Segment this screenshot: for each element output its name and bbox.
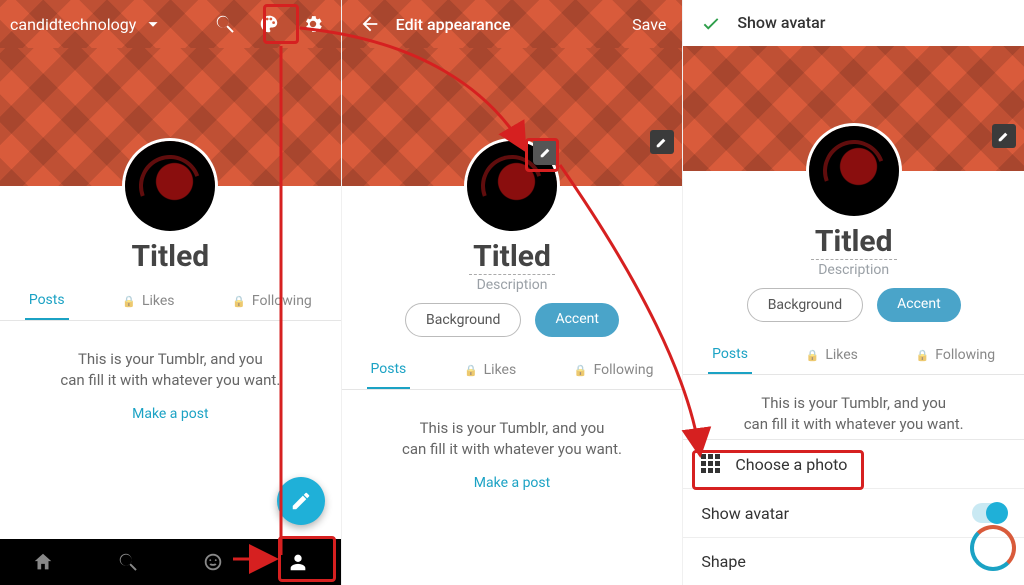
cover-edit-button[interactable]: [650, 130, 674, 154]
pane-show-avatar: Show avatar Titled Description Backgroun…: [682, 0, 1024, 585]
profile-header: Titled Description Background Accent: [342, 186, 683, 345]
person-icon: [287, 551, 309, 573]
appearance-button[interactable]: [251, 6, 287, 42]
watermark-logo: [970, 525, 1016, 571]
show-avatar-toggle[interactable]: [972, 503, 1006, 523]
make-post-link[interactable]: Make a post: [132, 406, 208, 422]
grid-icon: [701, 454, 721, 474]
nav-home[interactable]: [22, 541, 64, 583]
avatar-sheet: Choose a photo Show avatar Shape: [683, 439, 1024, 585]
background-pill[interactable]: Background: [747, 288, 863, 322]
choose-photo-label: Choose a photo: [735, 455, 847, 474]
blog-name: candidtechnology: [10, 15, 136, 34]
bottom-nav: [0, 539, 341, 585]
blog-description-editable[interactable]: Description: [683, 262, 1024, 278]
lock-icon: 🔒: [574, 364, 588, 377]
tab-likes[interactable]: 🔒Likes: [802, 336, 862, 374]
check-icon: [700, 12, 722, 34]
chevron-down-icon: [142, 13, 164, 35]
arrow-left-icon: [359, 13, 381, 35]
nav-messages[interactable]: [192, 541, 234, 583]
save-button[interactable]: Save: [626, 7, 672, 42]
pencil-icon: [997, 129, 1011, 143]
profile-tabs: Posts 🔒Likes 🔒Following: [0, 276, 341, 321]
avatar-topbar: Show avatar: [683, 0, 1024, 46]
search-icon: [117, 551, 139, 573]
tab-posts[interactable]: Posts: [367, 351, 411, 389]
pencil-icon: [539, 145, 553, 159]
blog-title-editable[interactable]: Titled: [469, 239, 555, 275]
home-icon: [32, 551, 54, 573]
settings-button[interactable]: [295, 6, 331, 42]
pencil-icon: [290, 490, 312, 512]
lock-icon: 🔒: [464, 364, 478, 377]
compose-fab[interactable]: [277, 477, 325, 525]
search-button[interactable]: [207, 6, 243, 42]
avatar[interactable]: [809, 126, 899, 216]
empty-state: This is your Tumblr, and you can fill it…: [342, 390, 683, 464]
pencil-icon: [655, 135, 669, 149]
show-avatar-label: Show avatar: [701, 504, 789, 523]
profile-topbar: candidtechnology: [0, 0, 341, 48]
back-button[interactable]: [352, 6, 388, 42]
tab-likes[interactable]: 🔒Likes: [118, 282, 178, 320]
edit-topbar: Edit appearance Save: [342, 0, 683, 48]
nav-account[interactable]: [277, 541, 319, 583]
profile-header: Titled Description Background Accent: [683, 171, 1024, 330]
tab-following[interactable]: 🔒Following: [570, 351, 658, 389]
shape-label: Shape: [701, 552, 745, 571]
show-avatar-row[interactable]: Show avatar: [683, 488, 1024, 537]
page-title: Edit appearance: [396, 15, 618, 34]
tab-posts[interactable]: Posts: [708, 336, 752, 374]
tab-likes[interactable]: 🔒Likes: [460, 351, 520, 389]
lock-icon: 🔒: [232, 295, 246, 308]
lock-icon: 🔒: [122, 295, 136, 308]
confirm-button[interactable]: [693, 5, 729, 41]
blog-description-editable[interactable]: Description: [342, 277, 683, 293]
tab-following[interactable]: 🔒Following: [228, 282, 316, 320]
lock-icon: 🔒: [916, 349, 930, 362]
cover-edit-button[interactable]: [992, 124, 1016, 148]
palette-icon: [258, 13, 280, 35]
accent-pill[interactable]: Accent: [877, 288, 961, 322]
search-icon: [214, 13, 236, 35]
make-post-link[interactable]: Make a post: [474, 475, 550, 491]
nav-search[interactable]: [107, 541, 149, 583]
page-title: Show avatar: [737, 13, 1014, 32]
smile-icon: [202, 551, 224, 573]
profile-tabs: Posts 🔒Likes 🔒Following: [342, 345, 683, 390]
empty-state: This is your Tumblr, and you can fill it…: [683, 375, 1024, 439]
tab-following[interactable]: 🔒Following: [912, 336, 1000, 374]
profile-tabs: Posts 🔒Likes 🔒Following: [683, 330, 1024, 375]
lock-icon: 🔒: [806, 349, 820, 362]
choose-photo-row[interactable]: Choose a photo: [683, 440, 1024, 488]
blog-title: Titled: [0, 239, 341, 274]
tab-posts[interactable]: Posts: [25, 282, 69, 320]
profile-header: Titled: [0, 186, 341, 276]
pane-profile: candidtechnology Titled Posts 🔒Likes: [0, 0, 341, 585]
avatar[interactable]: [125, 141, 215, 231]
accent-pill[interactable]: Accent: [535, 303, 619, 337]
blog-selector[interactable]: candidtechnology: [10, 13, 164, 35]
background-pill[interactable]: Background: [405, 303, 521, 337]
avatar-edit-button[interactable]: [533, 139, 559, 165]
gear-icon: [302, 13, 324, 35]
empty-state: This is your Tumblr, and you can fill it…: [0, 321, 341, 395]
pane-edit-appearance: Edit appearance Save Titled Description …: [341, 0, 683, 585]
blog-title-editable[interactable]: Titled: [811, 224, 897, 260]
